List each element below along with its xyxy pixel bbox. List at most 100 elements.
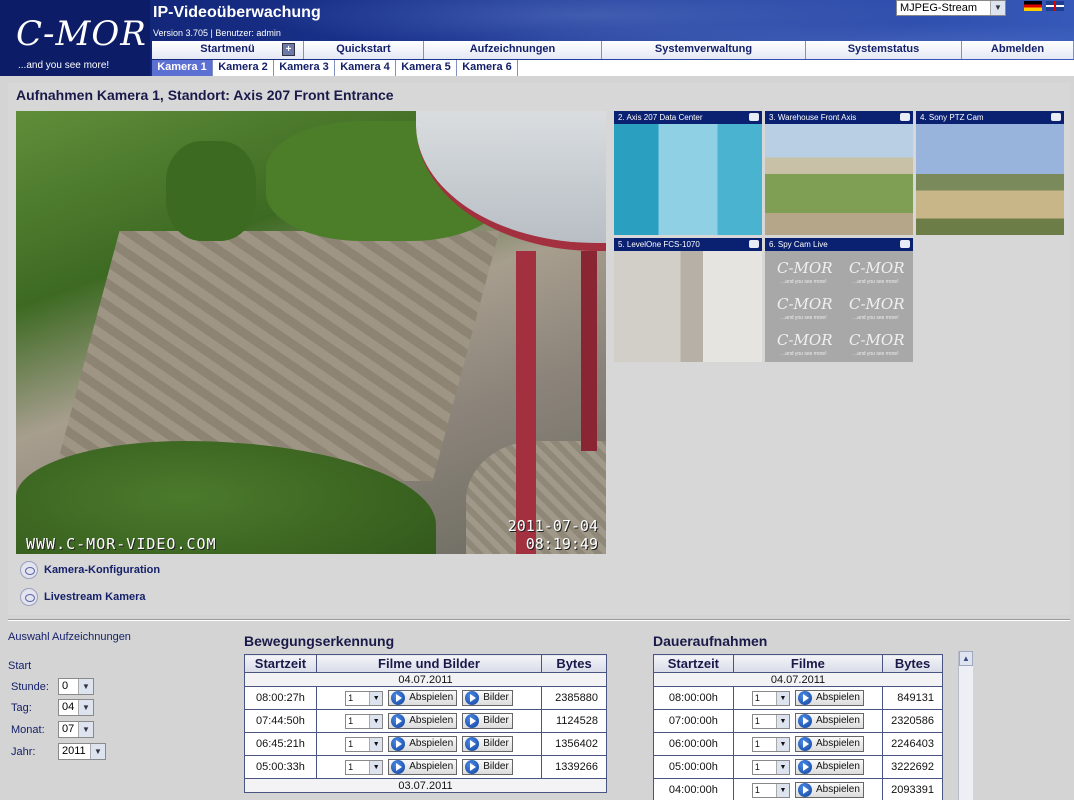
segment-select[interactable]: 1 ▼ [751,759,790,775]
hour-value: 0 [62,680,69,692]
year-label: Jahr: [11,746,36,758]
year-select[interactable]: 2011 ▼ [58,743,106,760]
tab-camera-2[interactable]: Kamera 2 [213,60,274,76]
month-label: Monat: [11,724,45,736]
play-button[interactable]: Abspielen [794,713,864,729]
month-select[interactable]: 07 ▼ [58,721,94,738]
tab-camera-4[interactable]: Kamera 4 [335,60,396,76]
camera-thumbnail[interactable]: 4. Sony PTZ Cam [916,111,1064,235]
menu-logout[interactable]: Abmelden [962,41,1074,59]
camera-thumbnail[interactable]: 6. Spy Cam Live C-MOR C-MOR C-MOR C-MOR … [765,238,913,362]
chevron-down-icon: ▼ [78,722,93,737]
menu-recordings[interactable]: Aufzeichnungen [424,41,602,59]
play-button[interactable]: Abspielen [388,690,458,706]
chevron-down-icon: ▼ [775,691,789,705]
play-button[interactable]: Abspielen [388,736,458,752]
segment-select[interactable]: 1 ▼ [345,736,384,752]
chevron-down-icon: ▼ [775,714,789,728]
images-button[interactable]: Bilder [462,759,513,775]
images-button[interactable]: Bilder [462,690,513,706]
menu-quickstart[interactable]: Quickstart [304,41,424,59]
chevron-down-icon: ▼ [90,744,105,759]
play-button[interactable]: Abspielen [794,736,864,752]
german-flag-icon[interactable] [1024,1,1042,11]
play-button[interactable]: Abspielen [794,782,864,798]
menu-startmenu[interactable]: Startmenü + [152,41,304,59]
placeholder-logo: C-MOR [849,295,905,313]
table-row: 07:00:00h 1 ▼ Abspielen 2320586 [653,709,943,733]
menu-label: Quickstart [336,43,391,55]
play-button[interactable]: Abspielen [794,759,864,775]
camera-icon [1051,113,1061,121]
tab-camera-3[interactable]: Kamera 3 [274,60,335,76]
hour-label: Stunde: [11,681,49,693]
section-divider [8,619,1070,621]
date-group-row: 04.07.2011 [653,672,943,687]
play-icon [391,737,406,751]
thumbnail-title: 5. LevelOne FCS-1070 [614,238,762,251]
bytes-value: 849131 [882,686,943,710]
overlay-time: 08:19:49 [525,535,598,553]
play-button[interactable]: Abspielen [388,713,458,729]
tab-camera-5[interactable]: Kamera 5 [396,60,457,76]
play-icon [465,691,480,705]
menu-system-status[interactable]: Systemstatus [806,41,962,59]
placeholder-tagline: ...and you see more! [781,279,827,285]
hour-select[interactable]: 0 ▼ [58,678,94,695]
day-select[interactable]: 04 ▼ [58,699,94,716]
bytes-value: 2246403 [882,732,943,756]
tab-camera-6[interactable]: Kamera 6 [457,60,518,76]
chevron-down-icon: ▼ [775,783,789,797]
placeholder-tagline: ...and you see more! [781,315,827,321]
scroll-up-icon[interactable]: ▲ [959,651,973,666]
play-button[interactable]: Abspielen [388,759,458,775]
day-label: Tag: [11,702,32,714]
images-button[interactable]: Bilder [462,736,513,752]
placeholder-tagline: ...and you see more! [853,279,899,285]
menu-label: Abmelden [990,43,1045,55]
play-icon [391,691,406,705]
stream-type-select[interactable]: MJPEG-Stream ▼ [896,0,1006,16]
tab-camera-1[interactable]: Kamera 1 [152,60,213,76]
camera-icon [749,113,759,121]
cmor-logo[interactable]: C-MOR ...and you see more! [0,0,150,76]
col-header: Bytes [882,654,943,673]
table-scrollbar[interactable]: ▲ [958,651,973,800]
start-label: Start [8,660,32,672]
play-icon [465,714,480,728]
bytes-value: 1356402 [541,732,607,756]
start-time: 07:00:00h [653,709,734,733]
segment-select[interactable]: 1 ▼ [751,690,790,706]
play-icon [465,737,480,751]
start-time: 06:00:00h [653,732,734,756]
start-time: 06:45:21h [244,732,317,756]
camera-thumbnail[interactable]: 2. Axis 207 Data Center [614,111,762,235]
chevron-down-icon: ▼ [775,760,789,774]
segment-select[interactable]: 1 ▼ [751,713,790,729]
images-button[interactable]: Bilder [462,713,513,729]
play-icon [797,760,812,774]
menu-system-admin[interactable]: Systemverwaltung [602,41,806,59]
thumbnail-title: 3. Warehouse Front Axis [765,111,913,124]
start-time: 08:00:27h [244,686,317,710]
table-row: 08:00:00h 1 ▼ Abspielen 849131 [653,686,943,710]
placeholder-logo: C-MOR [777,331,833,349]
segment-select[interactable]: 1 ▼ [751,736,790,752]
table-row: 04:00:00h 1 ▼ Abspielen 2093391 [653,778,943,800]
camera-icon [749,240,759,248]
play-button[interactable]: Abspielen [794,690,864,706]
segment-select[interactable]: 1 ▼ [751,782,790,798]
english-flag-icon[interactable] [1046,1,1064,11]
segment-select[interactable]: 1 ▼ [345,713,384,729]
bytes-value: 1339266 [541,755,607,779]
chevron-down-icon: ▼ [369,691,383,705]
segment-select[interactable]: 1 ▼ [345,759,384,775]
stream-type-value: MJPEG-Stream [900,2,978,14]
segment-select[interactable]: 1 ▼ [345,690,384,706]
chevron-down-icon: ▼ [369,760,383,774]
camera-thumbnail[interactable]: 3. Warehouse Front Axis [765,111,913,235]
expand-plus-icon[interactable]: + [282,43,295,56]
camera-thumbnail[interactable]: 5. LevelOne FCS-1070 [614,238,762,362]
placeholder-logo: C-MOR [777,259,833,277]
live-camera-view[interactable]: WWW.C-MOR-VIDEO.COM 2011-07-04 08:19:49 [16,111,606,554]
